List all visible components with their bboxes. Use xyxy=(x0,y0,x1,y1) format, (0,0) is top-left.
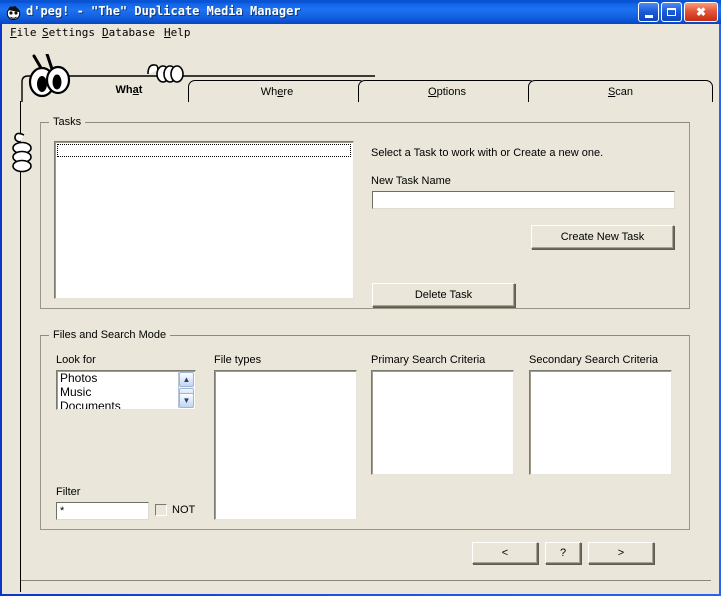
tasks-hint-label: Select a Task to work with or Create a n… xyxy=(371,147,604,159)
tab-strip: What Where Options Scan xyxy=(2,42,719,102)
menu-item-file[interactable]: File xyxy=(10,26,37,39)
task-list[interactable] xyxy=(54,141,354,299)
back-label: < xyxy=(501,547,509,559)
dpeg-app-icon xyxy=(5,4,22,21)
close-icon: ✖ xyxy=(695,5,707,19)
maximize-button[interactable] xyxy=(661,2,682,22)
window-controls: ✖ xyxy=(638,2,718,22)
delete-task-button[interactable]: Delete Task xyxy=(372,283,515,307)
new-task-name-input[interactable] xyxy=(372,191,675,209)
tab-options[interactable]: Options xyxy=(358,80,536,102)
create-new-task-label: Create New Task xyxy=(560,231,645,243)
back-button[interactable]: < xyxy=(472,542,538,564)
file-types-list[interactable] xyxy=(214,370,357,520)
not-checkbox-box[interactable] xyxy=(155,504,167,516)
files-search-mode-groupbox: Files and Search Mode Look for Photos Mu… xyxy=(40,329,690,530)
tab-scan[interactable]: Scan xyxy=(528,80,713,102)
not-checkbox-label: NOT xyxy=(172,504,196,516)
tab-what[interactable]: What xyxy=(74,72,184,100)
window-title: d'peg! - "The" Duplicate Media Manager xyxy=(26,4,301,18)
tab-page-left-edge xyxy=(20,101,21,592)
tab-page-bottom-edge xyxy=(21,580,711,581)
tab-options-label: Options xyxy=(428,86,466,98)
minimize-icon xyxy=(639,3,658,21)
forward-button[interactable]: > xyxy=(588,542,654,564)
look-for-scrollbar[interactable]: ▲ ▼ xyxy=(178,372,194,408)
title-bar: d'peg! - "The" Duplicate Media Manager ✖ xyxy=(0,0,721,24)
new-task-name-label: New Task Name xyxy=(371,175,451,187)
minimize-button[interactable] xyxy=(638,2,659,22)
tab-where[interactable]: Where xyxy=(188,80,366,102)
secondary-search-criteria-label: Secondary Search Criteria xyxy=(529,354,659,366)
menu-bar: File Settings Database Help xyxy=(2,24,719,42)
look-for-list[interactable]: Photos Music Documents Multimedia ▲ ▼ xyxy=(56,370,196,410)
look-for-item-2[interactable]: Documents xyxy=(57,399,195,409)
scroll-down-icon[interactable]: ▼ xyxy=(179,393,194,408)
secondary-search-criteria-list[interactable] xyxy=(529,370,672,475)
close-button[interactable]: ✖ xyxy=(684,2,718,22)
help-button[interactable]: ? xyxy=(545,542,581,564)
task-list-focus-row xyxy=(57,144,351,157)
primary-search-criteria-list[interactable] xyxy=(371,370,514,475)
filter-input[interactable] xyxy=(56,502,149,520)
forward-label: > xyxy=(617,547,625,559)
help-label: ? xyxy=(559,547,567,559)
menu-item-database[interactable]: Database xyxy=(102,26,155,39)
filter-label: Filter xyxy=(56,486,81,498)
file-types-label: File types xyxy=(214,354,262,366)
primary-search-criteria-label: Primary Search Criteria xyxy=(371,354,486,366)
look-for-item-0[interactable]: Photos xyxy=(57,371,195,385)
tasks-groupbox: Tasks Select a Task to work with or Crea… xyxy=(40,116,690,309)
create-new-task-button[interactable]: Create New Task xyxy=(531,225,674,249)
files-search-mode-title: Files and Search Mode xyxy=(49,329,171,341)
not-checkbox[interactable]: NOT xyxy=(155,504,195,516)
tab-scan-label: Scan xyxy=(607,86,634,98)
scroll-up-icon[interactable]: ▲ xyxy=(179,372,194,387)
look-for-item-1[interactable]: Music xyxy=(57,385,195,399)
tasks-groupbox-title: Tasks xyxy=(49,116,86,128)
application-window: d'peg! - "The" Duplicate Media Manager ✖… xyxy=(0,0,721,596)
look-for-label: Look for xyxy=(56,354,96,366)
client-area: What Where Options Scan Tasks Select a T… xyxy=(2,42,719,594)
maximize-icon xyxy=(662,3,681,21)
tab-what-label: What xyxy=(115,84,143,96)
menu-item-help[interactable]: Help xyxy=(164,26,191,39)
cartoon-hand-left-icon xyxy=(6,127,38,187)
menu-item-settings[interactable]: Settings xyxy=(42,26,95,39)
delete-task-label: Delete Task xyxy=(414,289,473,301)
tab-where-label: Where xyxy=(260,86,294,98)
